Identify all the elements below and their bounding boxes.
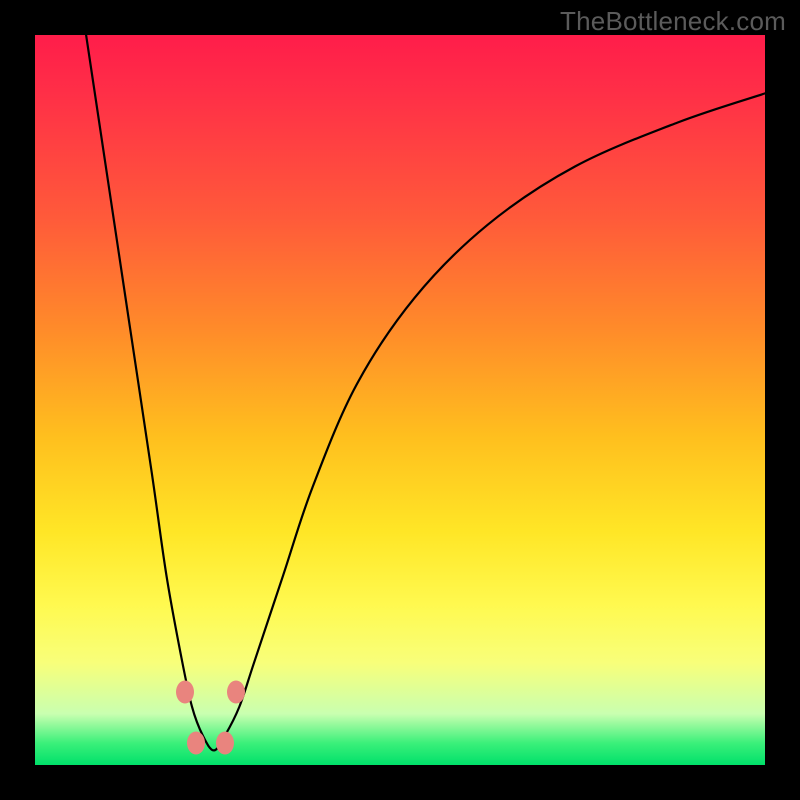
curve-marker [227, 681, 245, 704]
curve-marker [187, 732, 205, 755]
watermark-text: TheBottleneck.com [560, 6, 786, 37]
plot-area [35, 35, 765, 765]
curve-marker [176, 681, 194, 704]
curve-marker [216, 732, 234, 755]
chart-frame: TheBottleneck.com [0, 0, 800, 800]
curve-markers [35, 35, 765, 765]
